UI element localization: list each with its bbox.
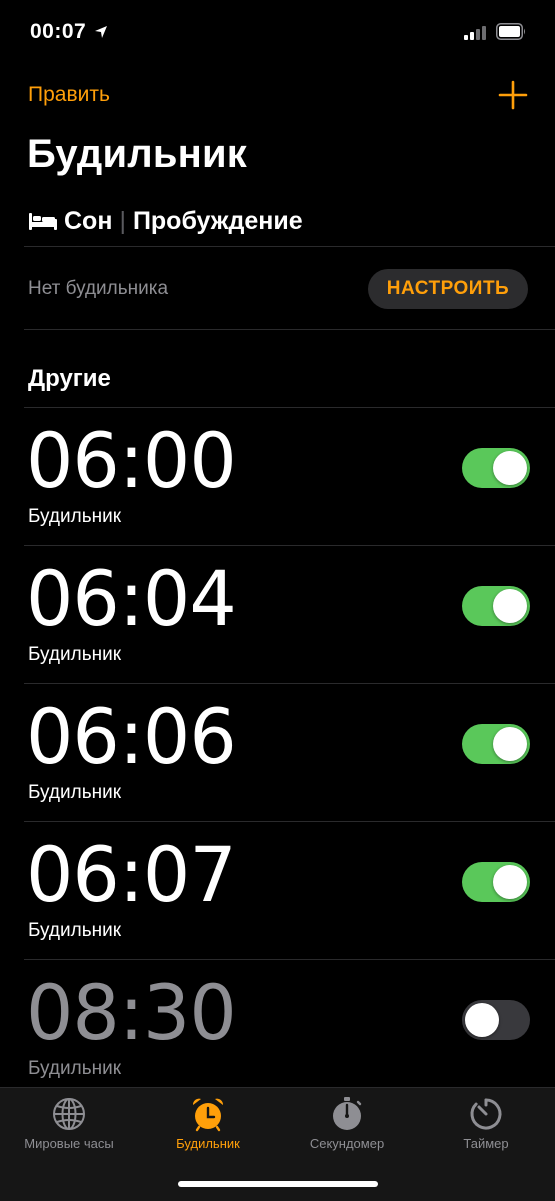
alarm-toggle[interactable] bbox=[462, 862, 530, 902]
alarm-toggle[interactable] bbox=[462, 1000, 530, 1040]
alarm-row[interactable]: 06:04 Будильник bbox=[0, 546, 555, 683]
add-alarm-icon[interactable] bbox=[498, 80, 528, 110]
alarm-time: 06:00 bbox=[26, 416, 237, 505]
alarm-toggle[interactable] bbox=[462, 586, 530, 626]
page-title: Будильник bbox=[27, 132, 248, 176]
divider bbox=[24, 246, 555, 247]
divider bbox=[24, 329, 555, 330]
tab-label: Будильник bbox=[176, 1136, 240, 1151]
bed-icon bbox=[29, 213, 57, 230]
tab-timer[interactable]: Таймер bbox=[417, 1096, 555, 1166]
sleep-wake-header: Сон | Пробуждение bbox=[28, 203, 303, 239]
alarm-time: 08:30 bbox=[26, 968, 237, 1057]
alarm-time: 06:04 bbox=[26, 554, 237, 643]
timer-icon bbox=[470, 1098, 502, 1130]
section-title-other: Другие bbox=[28, 365, 111, 392]
edit-button[interactable]: Править bbox=[28, 83, 110, 107]
stopwatch-icon bbox=[333, 1097, 362, 1130]
sleep-separator: | bbox=[119, 206, 126, 235]
alarm-row[interactable]: 06:00 Будильник bbox=[0, 408, 555, 545]
no-alarm-text: Нет будильника bbox=[28, 278, 169, 299]
tab-label: Секундомер bbox=[309, 1136, 385, 1151]
sleep-label: Сон bbox=[64, 206, 113, 235]
location-arrow-icon bbox=[95, 26, 107, 38]
tab-stopwatch[interactable]: Секундомер bbox=[278, 1096, 416, 1166]
alarm-label: Будильник bbox=[28, 782, 122, 803]
status-bar: 00:07 bbox=[0, 0, 555, 66]
alarm-row[interactable]: 06:07 Будильник bbox=[0, 822, 555, 959]
globe-icon bbox=[53, 1098, 85, 1130]
alarm-label: Будильник bbox=[28, 1058, 122, 1079]
status-time: 00:07 bbox=[30, 20, 87, 43]
battery-icon bbox=[496, 23, 525, 40]
tab-world-clock[interactable]: Мировые часы bbox=[0, 1096, 138, 1166]
alarm-row[interactable]: 06:06 Будильник bbox=[0, 684, 555, 821]
alarm-toggle[interactable] bbox=[462, 724, 530, 764]
tab-label: Мировые часы bbox=[24, 1136, 114, 1151]
alarm-label: Будильник bbox=[28, 506, 122, 527]
alarm-time: 06:06 bbox=[26, 692, 237, 781]
alarm-time: 06:07 bbox=[26, 830, 237, 919]
alarm-clock-icon bbox=[192, 1098, 224, 1132]
home-indicator[interactable] bbox=[178, 1181, 378, 1187]
alarm-toggle[interactable] bbox=[462, 448, 530, 488]
alarm-label: Будильник bbox=[28, 920, 122, 941]
wake-label: Пробуждение bbox=[132, 206, 303, 235]
tab-alarm[interactable]: Будильник bbox=[139, 1096, 277, 1166]
setup-button[interactable]: НАСТРОИТЬ bbox=[368, 269, 528, 309]
alarm-label: Будильник bbox=[28, 644, 122, 665]
cellular-signal-icon bbox=[464, 25, 486, 40]
tab-label: Таймер bbox=[463, 1136, 509, 1151]
alarm-row[interactable]: 08:30 Будильник bbox=[0, 960, 555, 1097]
nav-bar: Править bbox=[0, 70, 555, 120]
